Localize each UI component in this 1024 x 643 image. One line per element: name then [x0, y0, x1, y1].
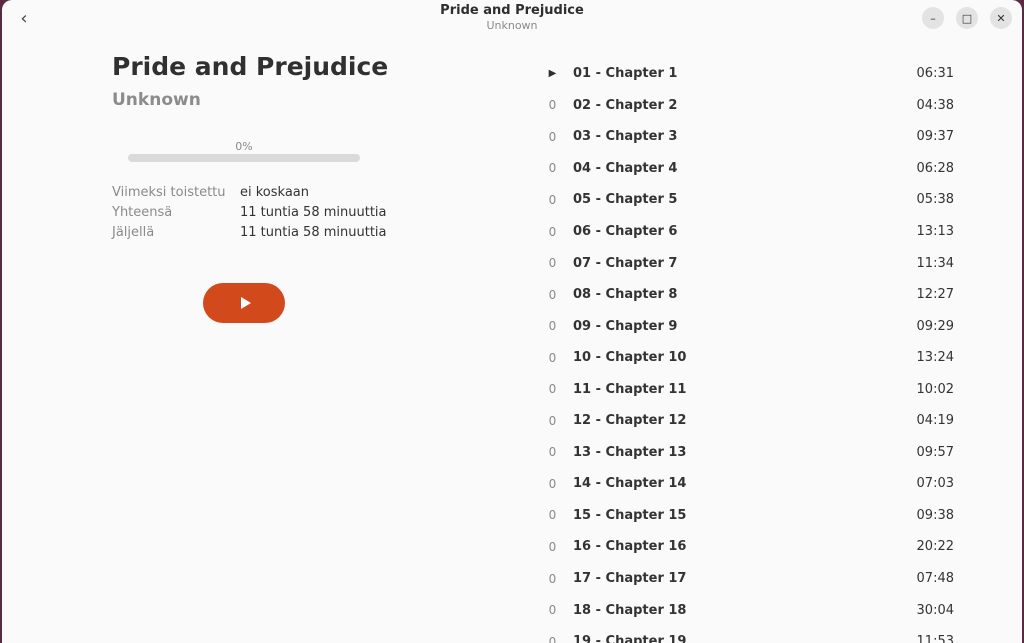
chapter-title: 11 - Chapter 11: [573, 381, 687, 397]
info-value: 11 tuntia 58 minuuttia: [240, 225, 387, 240]
chapter-title: 12 - Chapter 12: [573, 413, 687, 429]
chapter-row[interactable]: 0 16 - Chapter 16 20:22: [532, 531, 962, 563]
chapter-title: 14 - Chapter 14: [573, 476, 687, 492]
info-value: 11 tuntia 58 minuuttia: [240, 205, 387, 220]
chapter-row[interactable]: 0 19 - Chapter 19 11:53: [532, 626, 962, 643]
chapter-title: 19 - Chapter 19: [573, 634, 687, 643]
play-button[interactable]: [203, 283, 285, 323]
chapter-title: 08 - Chapter 8: [573, 287, 678, 303]
info-value: ei koskaan: [240, 185, 310, 200]
chapter-duration: 11:53: [916, 634, 954, 643]
chapter-duration: 09:57: [916, 444, 954, 460]
chapter-title: 13 - Chapter 13: [573, 444, 687, 460]
chapter-row[interactable]: 0 12 - Chapter 12 04:19: [532, 405, 962, 437]
chapter-progress: 0: [548, 224, 557, 239]
chapter-title: 17 - Chapter 17: [573, 571, 687, 587]
close-button[interactable]: ✕: [990, 7, 1012, 29]
chapter-row[interactable]: 0 04 - Chapter 4 06:28: [532, 153, 962, 185]
chapter-row[interactable]: 0 03 - Chapter 3 09:37: [532, 121, 962, 153]
chapter-duration: 04:38: [916, 97, 954, 113]
chapter-duration: 09:38: [916, 507, 954, 523]
chapter-duration: 13:24: [916, 350, 954, 366]
chapter-progress: 0: [548, 98, 557, 113]
chapter-duration: 06:31: [916, 66, 954, 82]
chapter-duration: 06:28: [916, 160, 954, 176]
chapter-title: 07 - Chapter 7: [573, 255, 678, 271]
chapter-row[interactable]: ▶ 01 - Chapter 1 06:31: [532, 58, 962, 90]
chapter-progress: 0: [548, 539, 557, 554]
chapter-progress: 0: [548, 382, 557, 397]
app-window: ‹ Pride and Prejudice Unknown – □ ✕ Prid…: [2, 0, 1022, 643]
chapter-title: 03 - Chapter 3: [573, 129, 678, 145]
chapter-progress: 0: [548, 508, 557, 523]
maximize-button[interactable]: □: [956, 7, 978, 29]
chapter-row[interactable]: 0 18 - Chapter 18 30:04: [532, 594, 962, 626]
chapter-progress: 0: [548, 603, 557, 618]
chapter-duration: 11:34: [916, 255, 954, 271]
chapter-row[interactable]: 0 05 - Chapter 5 05:38: [532, 184, 962, 216]
chapter-progress: 0: [548, 476, 557, 491]
title-block: Pride and Prejudice Unknown: [2, 2, 1022, 33]
chapter-title: 09 - Chapter 9: [573, 318, 678, 334]
chapter-progress: 0: [548, 287, 557, 302]
chapter-duration: 07:48: [916, 571, 954, 587]
chapter-title: 15 - Chapter 15: [573, 507, 687, 523]
chapter-row[interactable]: 0 13 - Chapter 13 09:57: [532, 437, 962, 469]
chapter-title: 10 - Chapter 10: [573, 350, 687, 366]
info-key: Viimeksi toistettu: [112, 185, 226, 200]
chapter-title: 05 - Chapter 5: [573, 192, 678, 208]
chapter-duration: 30:04: [916, 602, 954, 618]
chapter-duration: 05:38: [916, 192, 954, 208]
header-bar: ‹ Pride and Prejudice Unknown – □ ✕: [2, 0, 1022, 40]
chapter-duration: 12:27: [916, 287, 954, 303]
chapter-title: 04 - Chapter 4: [573, 160, 678, 176]
chapter-progress: 0: [548, 319, 557, 334]
chapter-progress: 0: [548, 634, 557, 643]
chapter-duration: 09:29: [916, 318, 954, 334]
chapter-progress: 0: [548, 129, 557, 144]
progress-label: 0%: [235, 140, 253, 153]
chapter-duration: 07:03: [916, 476, 954, 492]
chapter-progress: 0: [548, 192, 557, 207]
info-key: Yhteensä: [112, 205, 173, 220]
book-author: Unknown: [112, 90, 201, 110]
chapter-row[interactable]: 0 15 - Chapter 15 09:38: [532, 500, 962, 532]
window-subtitle: Unknown: [486, 19, 538, 32]
chapter-progress: 0: [548, 350, 557, 365]
book-details-panel: Pride and Prejudice Unknown 0% Viimeksi …: [2, 40, 502, 640]
chapter-row[interactable]: 0 11 - Chapter 11 10:02: [532, 373, 962, 405]
chapter-title: 16 - Chapter 16: [573, 539, 687, 555]
chapter-list: ▶ 01 - Chapter 1 06:31 0 02 - Chapter 2 04:38…: [532, 58, 962, 643]
chapter-progress: 0: [548, 445, 557, 460]
chapter-row[interactable]: 0 08 - Chapter 8 12:27: [532, 279, 962, 311]
chapter-duration: 13:13: [916, 224, 954, 239]
chapter-row[interactable]: 0 06 - Chapter 6 13:13: [532, 216, 962, 248]
chapter-row[interactable]: 0 02 - Chapter 2 04:38: [532, 90, 962, 122]
progress-bar: [128, 154, 360, 162]
chapter-duration: 04:19: [916, 413, 954, 429]
chapter-progress: 0: [548, 413, 557, 428]
chapter-row[interactable]: 0 14 - Chapter 14 07:03: [532, 468, 962, 500]
chapter-duration: 10:02: [916, 381, 954, 397]
chapter-progress: 0: [548, 161, 557, 176]
window-title: Pride and Prejudice: [440, 3, 584, 18]
chapter-row[interactable]: 0 10 - Chapter 10 13:24: [532, 342, 962, 374]
chapter-title: 01 - Chapter 1: [573, 66, 678, 82]
now-playing-icon: ▶: [548, 68, 557, 80]
chapter-title: 02 - Chapter 2: [573, 97, 678, 113]
chapter-progress: 0: [548, 256, 557, 271]
info-key: Jäljellä: [112, 225, 155, 240]
chapter-row[interactable]: 0 07 - Chapter 7 11:34: [532, 247, 962, 279]
chapter-duration: 20:22: [916, 539, 954, 555]
minimize-button[interactable]: –: [922, 7, 944, 29]
play-icon: [240, 297, 251, 309]
chapter-progress: 0: [548, 571, 557, 586]
chapter-duration: 09:37: [916, 129, 954, 145]
chapter-row[interactable]: 0 17 - Chapter 17 07:48: [532, 563, 962, 595]
chapter-title: 18 - Chapter 18: [573, 602, 687, 618]
chapter-title: 06 - Chapter 6: [573, 224, 678, 239]
book-title: Pride and Prejudice: [112, 52, 389, 81]
chapter-row[interactable]: 0 09 - Chapter 9 09:29: [532, 310, 962, 342]
